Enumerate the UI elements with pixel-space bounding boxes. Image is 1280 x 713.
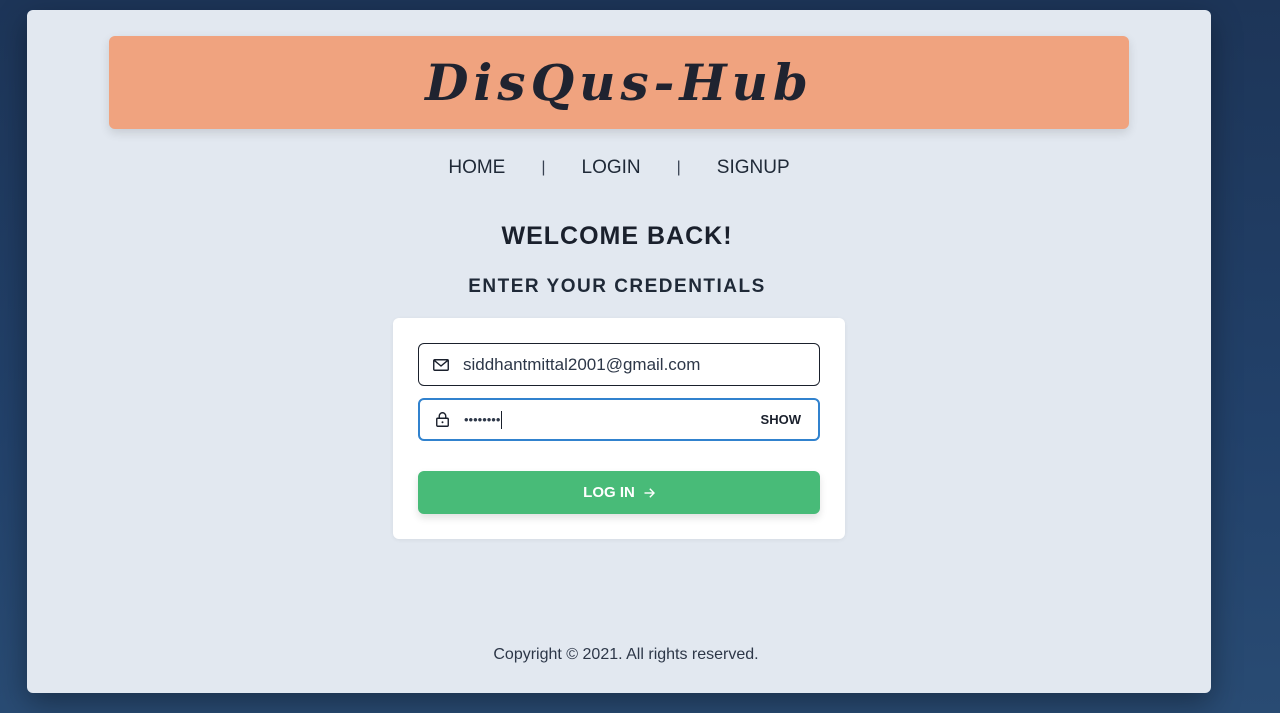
password-masked-text: •••••••• [464, 412, 501, 427]
credentials-subheading: ENTER YOUR CREDENTIALS [468, 276, 766, 297]
nav-separator: | [541, 159, 546, 176]
nav-separator: | [676, 159, 681, 176]
header-banner: DisQus-Hub [109, 36, 1129, 129]
app-card: DisQus-Hub HOME | LOGIN | SIGNUP WELCOME… [27, 10, 1211, 693]
footer-copyright: Copyright © 2021. All rights reserved. [493, 646, 759, 663]
main-nav: HOME | LOGIN | SIGNUP [27, 157, 1211, 179]
nav-login-link[interactable]: LOGIN [582, 157, 641, 179]
show-password-button[interactable]: SHOW [761, 412, 801, 427]
text-caret [501, 410, 503, 429]
password-field[interactable]: •••••••• SHOW [418, 398, 820, 441]
nav-home-link[interactable]: HOME [448, 157, 505, 179]
mail-icon [419, 358, 463, 371]
arrow-right-icon [644, 487, 655, 498]
login-button-label: LOG IN [583, 484, 635, 501]
email-value: siddhantmittal2001@gmail.com [463, 354, 701, 374]
nav-signup-link[interactable]: SIGNUP [717, 157, 790, 179]
brand-title: DisQus-Hub [425, 53, 813, 112]
password-value: •••••••• [464, 410, 761, 429]
welcome-heading: WELCOME BACK! [501, 222, 733, 250]
login-form: siddhantmittal2001@gmail.com •••••••• SH… [393, 318, 845, 539]
login-button[interactable]: LOG IN [418, 471, 820, 514]
lock-icon [420, 412, 464, 427]
email-field[interactable]: siddhantmittal2001@gmail.com [418, 343, 820, 386]
